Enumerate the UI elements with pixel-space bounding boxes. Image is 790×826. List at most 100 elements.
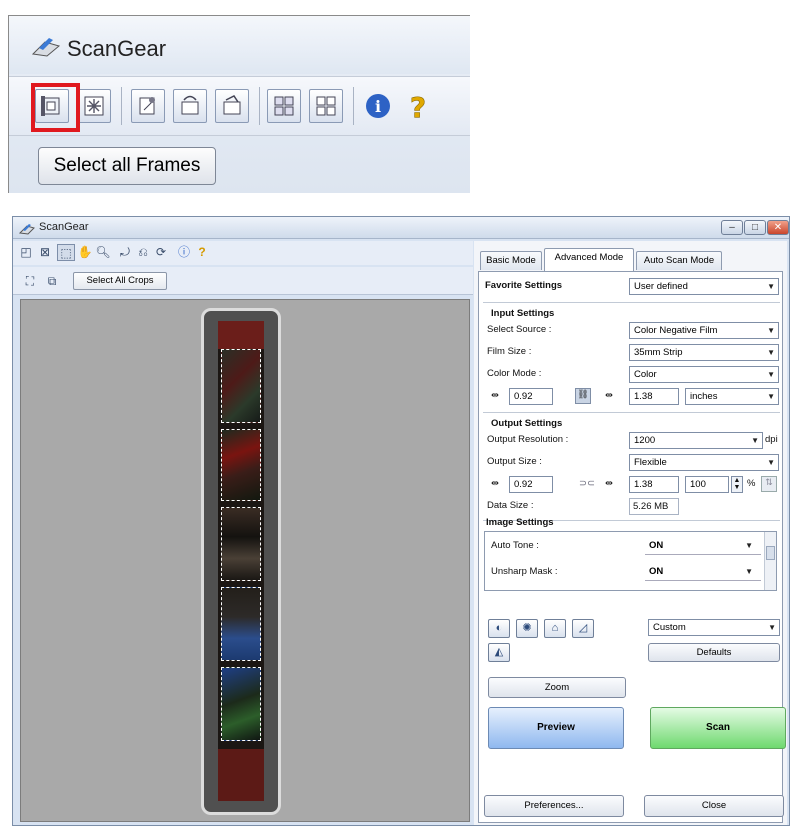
histogram-icon[interactable]: ⌂ bbox=[544, 619, 566, 638]
width-icon: ⇹ bbox=[491, 478, 499, 489]
svg-text:i: i bbox=[375, 97, 381, 116]
input-settings-header: Input Settings bbox=[491, 308, 555, 319]
chevron-down-icon: ▼ bbox=[767, 282, 775, 291]
data-size-value: 5.26 MB bbox=[629, 498, 679, 515]
output-width-field[interactable]: 0.92 bbox=[509, 476, 553, 493]
info-icon[interactable]: ⓘ bbox=[175, 244, 193, 261]
tab-advanced-mode[interactable]: Advanced Mode bbox=[544, 248, 634, 271]
tone-curve-icon[interactable]: ◿ bbox=[572, 619, 594, 638]
select-all-frames-button[interactable]: Select all Frames bbox=[38, 147, 216, 185]
chevron-down-icon: ▼ bbox=[767, 458, 775, 467]
window-titlebar: ScanGear – □ ✕ bbox=[13, 217, 789, 239]
help-icon[interactable]: ? bbox=[193, 244, 211, 261]
whole-image-view-icon[interactable] bbox=[309, 89, 343, 123]
help-icon[interactable]: ? bbox=[401, 89, 435, 125]
film-frame[interactable] bbox=[221, 429, 261, 501]
preferences-button[interactable]: Preferences... bbox=[484, 795, 624, 817]
favorite-settings-dropdown[interactable]: User defined ▼ bbox=[629, 278, 779, 295]
rotate-right-icon[interactable] bbox=[215, 89, 249, 123]
unsharp-mask-value: ON bbox=[649, 566, 664, 577]
zoom-icon[interactable]: 🔍︎ bbox=[94, 244, 112, 261]
output-resolution-dropdown[interactable]: 1200 ▼ bbox=[629, 432, 763, 449]
film-size-value: 35mm Strip bbox=[634, 347, 683, 358]
thumbnail-view-icon[interactable] bbox=[267, 89, 301, 123]
film-frame[interactable] bbox=[221, 587, 261, 661]
settings-panel: Basic Mode Advanced Mode Auto Scan Mode … bbox=[474, 241, 787, 825]
rotate-icon[interactable] bbox=[131, 89, 165, 123]
scrollbar[interactable] bbox=[764, 532, 776, 590]
film-frame[interactable] bbox=[221, 507, 261, 581]
swap-icon[interactable]: ⇅ bbox=[761, 476, 777, 492]
multi-crop-icon[interactable]: ⧉ bbox=[43, 273, 61, 290]
film-size-dropdown[interactable]: 35mm Strip ▼ bbox=[629, 344, 779, 361]
film-frame[interactable] bbox=[221, 349, 261, 423]
frame-adjust-icon[interactable]: ◰ bbox=[17, 244, 35, 261]
input-height-field[interactable]: 1.38 bbox=[629, 388, 679, 405]
film-frame[interactable] bbox=[221, 667, 261, 741]
auto-tone-dropdown[interactable]: ON ▼ bbox=[645, 538, 761, 555]
input-width-field[interactable]: 0.92 bbox=[509, 388, 553, 405]
scangear-logo-icon bbox=[19, 224, 35, 235]
defaults-button[interactable]: Defaults bbox=[648, 643, 780, 662]
scale-spinner[interactable]: ▲ ▼ bbox=[731, 476, 743, 493]
select-source-value: Color Negative Film bbox=[634, 325, 718, 336]
aspect-link-icon[interactable]: ⊃⊂ bbox=[579, 478, 595, 489]
contrast-icon[interactable]: ✺ bbox=[516, 619, 538, 638]
film-size-label: Film Size : bbox=[487, 346, 532, 357]
preview-button[interactable]: Preview bbox=[488, 707, 624, 749]
info-icon[interactable]: i bbox=[361, 89, 395, 123]
rotate-right-icon[interactable]: ⟳ bbox=[152, 244, 170, 261]
aspect-lock-icon[interactable]: ⛓ bbox=[575, 388, 591, 404]
width-icon: ⇹ bbox=[491, 390, 499, 401]
scan-button[interactable]: Scan bbox=[650, 707, 786, 749]
chevron-down-icon: ▼ bbox=[767, 392, 775, 401]
select-source-label: Select Source : bbox=[487, 324, 552, 335]
output-height-field[interactable]: 1.38 bbox=[629, 476, 679, 493]
output-resolution-value: 1200 bbox=[634, 435, 656, 446]
zoomed-toolbar-panel: ScanGear i ? Select all Frames bbox=[8, 15, 470, 193]
favorite-settings-label: Favorite Settings bbox=[485, 280, 563, 291]
film-strip bbox=[218, 321, 264, 801]
highlight-frame bbox=[31, 83, 80, 132]
output-size-dropdown[interactable]: Flexible ▼ bbox=[629, 454, 779, 471]
unit-dropdown[interactable]: inches ▼ bbox=[685, 388, 779, 405]
clear-icon[interactable]: ⊠ bbox=[36, 244, 54, 261]
color-mode-dropdown[interactable]: Color ▼ bbox=[629, 366, 779, 383]
chevron-down-icon: ▼ bbox=[751, 436, 759, 445]
unit-value: inches bbox=[690, 391, 718, 402]
image-settings-list[interactable]: Auto Tone : ON ▼ Unsharp Mask : ON ▼ bbox=[484, 531, 777, 591]
chevron-down-icon: ▼ bbox=[745, 567, 753, 576]
select-all-crops-button[interactable]: Select All Crops bbox=[73, 272, 167, 290]
rotate-left-icon[interactable]: ⎌ bbox=[134, 244, 152, 261]
close-button[interactable]: Close bbox=[644, 795, 784, 817]
brightness-icon[interactable]: ◐ bbox=[488, 619, 510, 638]
select-source-dropdown[interactable]: Color Negative Film ▼ bbox=[629, 322, 779, 339]
minimize-icon[interactable]: – bbox=[721, 220, 743, 235]
maximize-icon[interactable]: □ bbox=[744, 220, 766, 235]
scale-field[interactable]: 100 bbox=[685, 476, 729, 493]
auto-crop-icon[interactable]: ⛶ bbox=[21, 273, 39, 290]
close-icon[interactable]: ✕ bbox=[767, 220, 789, 235]
scrollbar-thumb[interactable] bbox=[766, 546, 775, 560]
zoom-app-title: ScanGear bbox=[67, 36, 167, 61]
threshold-icon[interactable]: ◭ bbox=[488, 643, 510, 662]
rotate-left-icon[interactable] bbox=[173, 89, 207, 123]
tone-preset-dropdown[interactable]: Custom ▼ bbox=[648, 619, 780, 636]
image-adjust-buttons: ◐ ✺ ⌂ ◿ bbox=[488, 619, 628, 639]
film-leader bbox=[218, 749, 264, 801]
tab-basic-mode[interactable]: Basic Mode bbox=[480, 251, 542, 270]
film-leader bbox=[218, 321, 264, 349]
zoom-button[interactable]: Zoom bbox=[488, 677, 626, 698]
rotate-icon[interactable]: ⤾ bbox=[116, 244, 134, 261]
color-mode-value: Color bbox=[634, 369, 657, 380]
toolbar-separator bbox=[121, 87, 122, 125]
preview-area[interactable] bbox=[20, 299, 470, 822]
move-image-icon[interactable]: ✋ bbox=[76, 244, 94, 261]
tone-preset-value: Custom bbox=[653, 622, 686, 633]
crop-icon[interactable]: ⬚ bbox=[57, 244, 75, 261]
clear-frame-icon[interactable] bbox=[77, 89, 111, 123]
image-settings-header: Image Settings bbox=[486, 517, 554, 528]
color-mode-label: Color Mode : bbox=[487, 368, 542, 379]
tab-auto-scan-mode[interactable]: Auto Scan Mode bbox=[636, 251, 722, 270]
unsharp-mask-dropdown[interactable]: ON ▼ bbox=[645, 564, 761, 581]
